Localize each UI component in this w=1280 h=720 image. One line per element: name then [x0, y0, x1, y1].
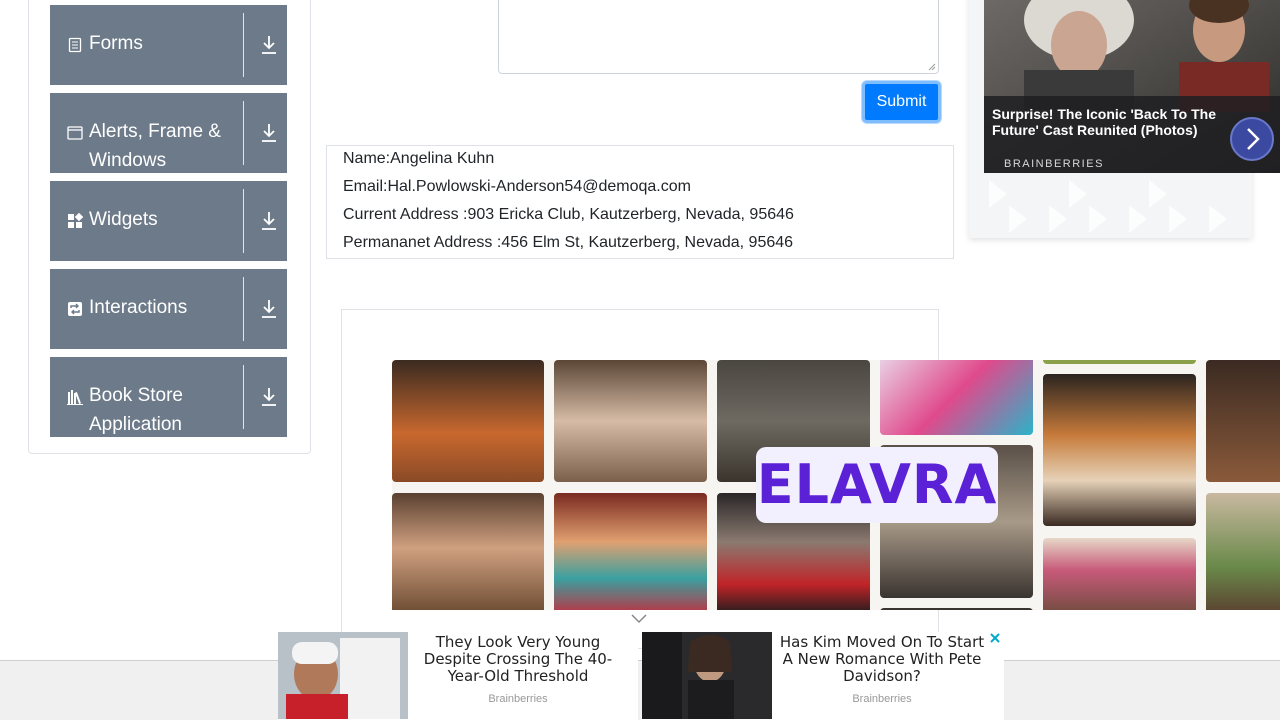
download-icon[interactable]: [261, 298, 277, 320]
sidebar-group-label: Book Store Application: [89, 385, 183, 435]
ad-tile: [880, 360, 1033, 435]
ad-thumbnail: [642, 632, 772, 719]
permanent-address-textarea[interactable]: [498, 0, 939, 74]
ad-tile: [1043, 360, 1196, 364]
submit-button[interactable]: Submit: [862, 81, 941, 123]
output-permanent-address: Permananet Address :456 Elm St, Kautzerb…: [343, 234, 794, 251]
ad-thumbnail: [278, 632, 408, 719]
ad-headline[interactable]: Has Kim Moved On To Start A New Romance …: [774, 634, 990, 685]
ad-tile: [1043, 538, 1196, 610]
next-arrow-button[interactable]: [1230, 117, 1274, 161]
bottom-ad-2[interactable]: Has Kim Moved On To Start A New Romance …: [642, 632, 1004, 720]
ad-headline[interactable]: They Look Very Young Despite Crossing Th…: [410, 634, 626, 685]
sidebar-group-label: Interactions: [89, 297, 188, 318]
ad-tile: [392, 360, 544, 482]
sidebar-group-bookstore[interactable]: Book Store Application: [50, 357, 287, 437]
elavra-logo[interactable]: ELAVRA: [756, 447, 998, 523]
ad-photo: [642, 632, 772, 719]
resize-handle-icon[interactable]: [928, 63, 936, 71]
books-icon: [67, 389, 83, 405]
ad-source: Brainberries: [488, 693, 548, 705]
sidebar-group-label: Widgets: [89, 209, 158, 230]
ad-photo: [278, 632, 408, 719]
sidebar-group-forms[interactable]: Forms: [50, 5, 287, 85]
chevron-right-icon: [1247, 128, 1260, 150]
window-icon: [67, 125, 83, 141]
widgets-icon: [67, 213, 83, 229]
divider: [243, 101, 244, 165]
ad-tile: [554, 360, 707, 482]
ad-tile: [554, 493, 707, 610]
ad-headline[interactable]: Surprise! The Iconic 'Back To The Future…: [992, 106, 1227, 138]
chevron-down-icon[interactable]: [630, 612, 648, 624]
output-current-address: Current Address :903 Ericka Club, Kautze…: [343, 206, 794, 223]
download-icon[interactable]: [261, 122, 277, 144]
close-icon[interactable]: [988, 631, 1002, 645]
divider: [243, 365, 244, 429]
sidebar-group-alerts[interactable]: Alerts, Frame & Windows: [50, 93, 287, 173]
interactions-icon: [67, 301, 83, 317]
ad-tile: [392, 493, 544, 610]
bottom-ad-1[interactable]: They Look Very Young Despite Crossing Th…: [278, 632, 638, 720]
output-name: Name:Angelina Kuhn: [343, 150, 495, 167]
download-icon[interactable]: [261, 34, 277, 56]
sidebar-group-interactions[interactable]: Interactions: [50, 269, 287, 349]
sidebar-group-label: Forms: [89, 33, 143, 54]
ad-brand: BRAINBERRIES: [1004, 158, 1104, 170]
download-icon[interactable]: [261, 210, 277, 232]
output-box: Name:Angelina Kuhn Email:Hal.Powlowski-A…: [326, 145, 954, 259]
sidebar-group-label: Alerts, Frame & Windows: [89, 121, 221, 171]
ad-tile: [1206, 493, 1280, 610]
right-ad-image[interactable]: Surprise! The Iconic 'Back To The Future…: [984, 0, 1280, 173]
divider: [243, 189, 244, 253]
download-icon[interactable]: [261, 386, 277, 408]
ad-tile: [1043, 374, 1196, 526]
bottom-ad-bar: [0, 660, 1280, 720]
divider: [243, 13, 244, 77]
document-icon: [67, 37, 83, 53]
ad-tile: [880, 608, 1033, 610]
ad-source: Brainberries: [852, 693, 912, 705]
ad-tile: [1206, 360, 1280, 482]
sidebar-group-widgets[interactable]: Widgets: [50, 181, 287, 261]
output-email: Email:Hal.Powlowski-Anderson54@demoqa.co…: [343, 178, 691, 195]
divider: [243, 277, 244, 341]
